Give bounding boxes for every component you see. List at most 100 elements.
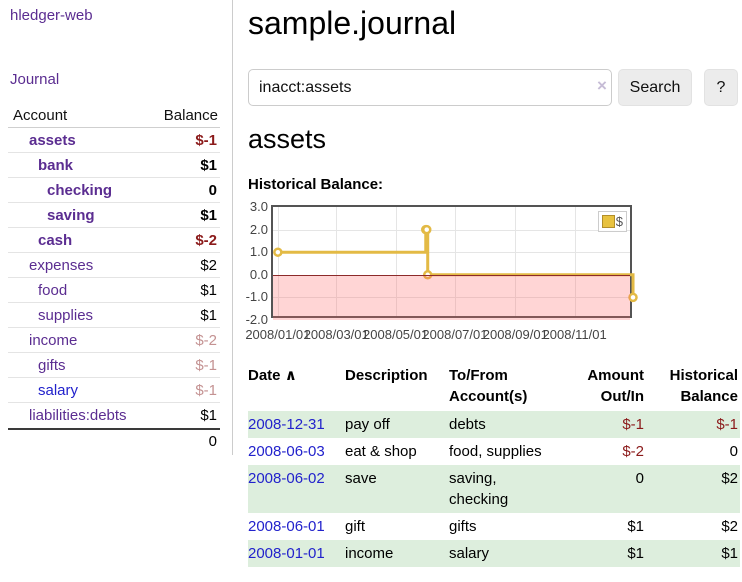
- sort-ascending-icon[interactable]: ∧: [285, 367, 297, 384]
- transaction-balance: $2: [644, 513, 740, 540]
- transaction-date-link[interactable]: 2008-06-02: [248, 470, 325, 487]
- transaction-accounts: debts: [449, 411, 574, 438]
- account-row: checking0: [8, 178, 220, 203]
- account-row: income $-2: [8, 328, 220, 353]
- x-tick-label: 2008/11/01: [535, 327, 615, 342]
- account-link[interactable]: supplies: [8, 303, 93, 328]
- total-balance: 0: [209, 433, 217, 450]
- register-body: 2008-12-31pay offdebts$-1$-12008-06-03ea…: [248, 411, 740, 567]
- account-link[interactable]: cash: [8, 228, 72, 253]
- transaction-description: income: [345, 540, 449, 567]
- chart-legend: $: [598, 211, 627, 232]
- clear-search-icon[interactable]: ×: [592, 76, 612, 96]
- chart-title-label: Historical Balance:: [248, 176, 383, 193]
- account-row: assets $-1: [8, 128, 220, 153]
- account-link[interactable]: food: [8, 278, 67, 303]
- transaction-date-cell: 2008-12-31: [248, 411, 345, 438]
- transaction-row: 2008-06-01 giftgifts$1$2: [248, 513, 740, 540]
- account-link[interactable]: liabilities:debts: [8, 403, 127, 428]
- transaction-date-link[interactable]: 2008-12-31: [248, 416, 325, 433]
- register-header-row: Date ∧ Description To/From Account(s) Am…: [248, 362, 740, 411]
- account-balance: $-1: [195, 128, 217, 153]
- y-tick-label: 0.0: [250, 267, 268, 283]
- help-button[interactable]: ?: [704, 69, 738, 106]
- data-point-marker: [274, 249, 281, 256]
- balance-chart: $ 3.02.01.00.0-1.0-2.02008/01/012008/03/…: [248, 200, 742, 346]
- transaction-balance: $2: [644, 465, 740, 513]
- account-link[interactable]: salary: [8, 378, 78, 403]
- negative-region: [273, 275, 630, 320]
- account-link[interactable]: checking: [8, 178, 112, 203]
- tofrom-column-header: To/From Account(s): [449, 362, 574, 411]
- account-row: cash$-2: [8, 228, 220, 253]
- account-link[interactable]: saving: [8, 203, 95, 228]
- app-title-link[interactable]: hledger-web: [10, 7, 93, 24]
- data-point-marker: [630, 294, 637, 301]
- account-link[interactable]: assets: [8, 128, 76, 153]
- transaction-row: 2008-01-01incomesalary$1$1: [248, 540, 740, 567]
- transaction-amount: 0: [574, 465, 644, 513]
- y-tick-label: -1.0: [246, 289, 268, 305]
- y-tick-label: 3.0: [250, 199, 268, 215]
- transaction-date-link[interactable]: 2008-06-03: [248, 443, 325, 460]
- data-point-marker: [423, 226, 430, 233]
- account-row: supplies $1: [8, 303, 220, 328]
- transaction-date-link[interactable]: 2008-06-01: [248, 518, 325, 535]
- transaction-row: 2008-06-03eat & shopfood, supplies$-20: [248, 438, 740, 465]
- transaction-amount: $-1: [574, 411, 644, 438]
- transaction-row: 2008-12-31pay offdebts$-1$-1: [248, 411, 740, 438]
- nav-journal-link[interactable]: Journal: [10, 71, 59, 88]
- account-link[interactable]: expenses: [8, 253, 93, 278]
- account-table-header: Account Balance: [8, 103, 220, 128]
- account-link[interactable]: gifts: [8, 353, 66, 378]
- legend-label: $: [615, 214, 623, 229]
- chart-plot: $: [271, 205, 632, 318]
- transaction-accounts: salary: [449, 540, 574, 567]
- y-tick-label: 2.0: [250, 222, 268, 238]
- register-amount-column-header: Amount Out/In: [574, 362, 644, 411]
- transaction-date-cell: 2008-06-03: [248, 438, 345, 465]
- account-tree: assets$-1bank$1checking0saving$1cash$-2e…: [8, 128, 220, 428]
- transaction-amount: $1: [574, 513, 644, 540]
- transaction-row: 2008-06-02 savesaving, checking0$2: [248, 465, 740, 513]
- page-title: sample.journal: [248, 0, 456, 46]
- account-link[interactable]: bank: [8, 153, 73, 178]
- account-column-header: Account: [8, 107, 67, 124]
- account-row: salary$-1: [8, 378, 220, 403]
- transaction-description: pay off: [345, 411, 449, 438]
- search-button[interactable]: Search: [618, 69, 692, 106]
- sidebar: hledger-web Journal Account Balance asse…: [0, 0, 233, 455]
- transaction-balance: $-1: [644, 411, 740, 438]
- account-row: expenses$2: [8, 253, 220, 278]
- account-link[interactable]: income: [8, 328, 77, 353]
- account-balance: $-2: [195, 328, 217, 353]
- transaction-amount: $-2: [574, 438, 644, 465]
- register-table: Date ∧ Description To/From Account(s) Am…: [248, 362, 740, 567]
- account-row: saving $1: [8, 203, 220, 228]
- main-content: sample.journal × Search ? assets Histori…: [248, 0, 742, 582]
- account-balance: $1: [200, 278, 217, 303]
- transaction-description: save: [345, 465, 449, 513]
- transaction-date-link[interactable]: 2008-01-01: [248, 545, 325, 562]
- account-balance: $1: [200, 403, 217, 428]
- search-input[interactable]: [248, 69, 612, 106]
- balance-column-header: Balance: [164, 103, 220, 128]
- transaction-date-cell: 2008-06-02: [248, 465, 345, 513]
- account-balance: $-1: [195, 353, 217, 378]
- account-balance: $1: [200, 303, 217, 328]
- transaction-date-cell: 2008-06-01: [248, 513, 345, 540]
- date-column-header[interactable]: Date: [248, 367, 281, 384]
- account-row: liabilities:debts $1: [8, 403, 220, 428]
- transaction-balance: 0: [644, 438, 740, 465]
- transaction-accounts: saving, checking: [449, 465, 574, 513]
- account-row: gifts $-1: [8, 353, 220, 378]
- account-row: food $1: [8, 278, 220, 303]
- account-balance: $1: [200, 203, 217, 228]
- account-row: bank$1: [8, 153, 220, 178]
- total-row: 0: [8, 428, 220, 453]
- register-balance-column-header: Historical Balance: [644, 362, 740, 411]
- y-tick-label: -2.0: [246, 312, 268, 328]
- transaction-accounts: gifts: [449, 513, 574, 540]
- transaction-description: gift: [345, 513, 449, 540]
- zero-line: [273, 275, 630, 276]
